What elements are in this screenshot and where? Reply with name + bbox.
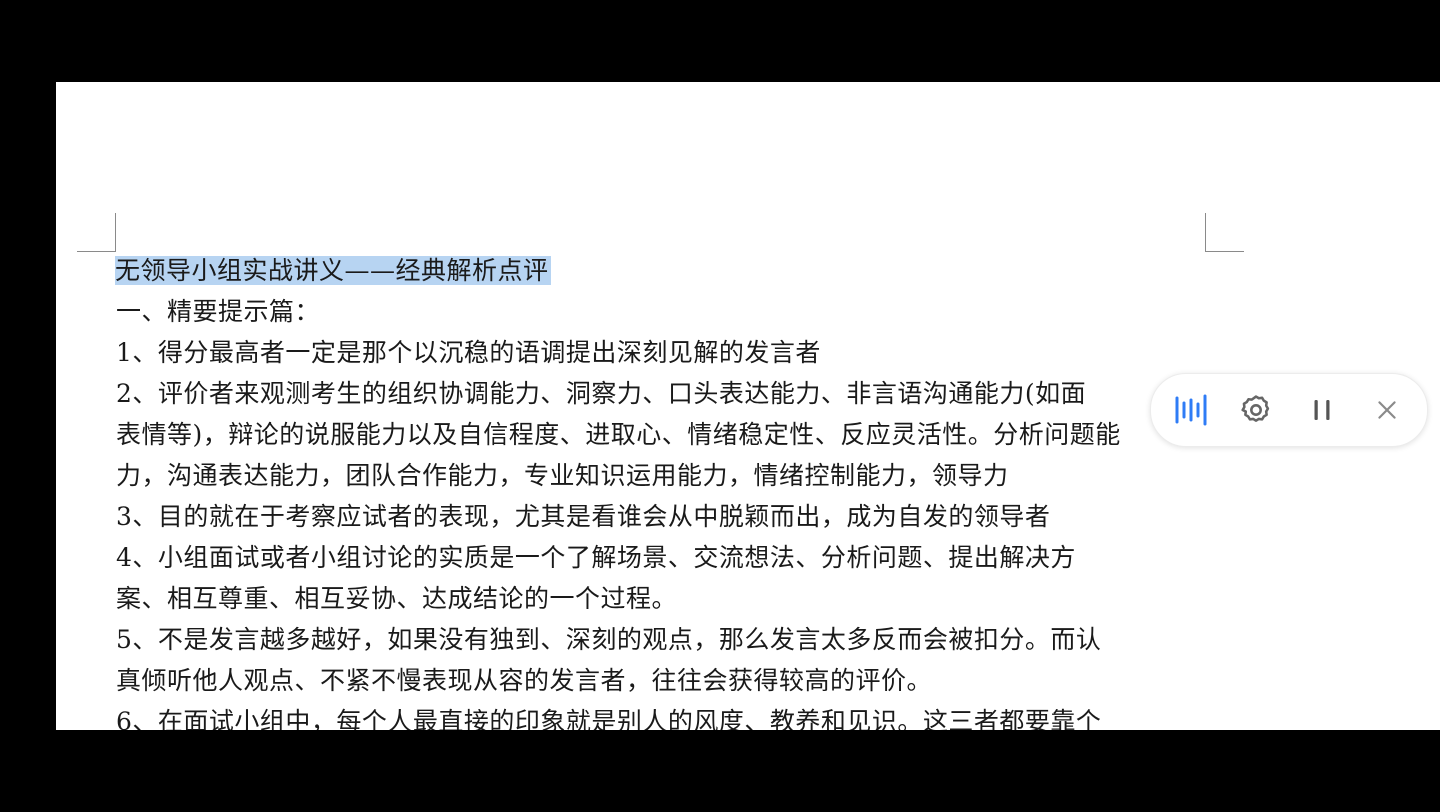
margin-corner-top-right (1205, 213, 1244, 252)
selected-title[interactable]: 无领导小组实战讲义——经典解析点评 (115, 256, 551, 285)
document-line[interactable]: 6、在面试小组中，每个人最直接的印象就是别人的风度、教养和见识。这三者都要靠个 (116, 701, 1196, 730)
close-icon (1378, 401, 1396, 419)
document-line[interactable]: 2、评价者来观测考生的组织协调能力、洞察力、口头表达能力、非言语沟通能力(如面 (116, 373, 1196, 414)
voice-wave-icon (1175, 394, 1207, 426)
document-line[interactable]: 5、不是发言越多越好，如果没有独到、深刻的观点，那么发言太多反而会被扣分。而认 (116, 619, 1196, 660)
close-button[interactable] (1365, 388, 1409, 432)
document-body[interactable]: 无领导小组实战讲义——经典解析点评 一、精要提示篇： 1、得分最高者一定是那个以… (115, 250, 1196, 730)
document-line[interactable]: 一、精要提示篇： (116, 291, 1196, 332)
document-line[interactable]: 1、得分最高者一定是那个以沉稳的语调提出深刻见解的发言者 (116, 332, 1196, 373)
document-line[interactable]: 3、目的就在于考察应试者的表现，尤其是看谁会从中脱颖而出，成为自发的领导者 (116, 496, 1196, 537)
pause-button[interactable] (1300, 388, 1344, 432)
read-aloud-toolbar (1150, 373, 1428, 447)
pause-icon (1314, 400, 1330, 420)
document-line[interactable]: 案、相互尊重、相互妥协、达成结论的一个过程。 (116, 578, 1196, 619)
document-line[interactable]: 力，沟通表达能力，团队合作能力，专业知识运用能力，情绪控制能力，领导力 (116, 455, 1196, 496)
document-line[interactable]: 真倾听他人观点、不紧不慢表现从容的发言者，往往会获得较高的评价。 (116, 660, 1196, 701)
document-line[interactable]: 4、小组面试或者小组讨论的实质是一个了解场景、交流想法、分析问题、提出解决方 (116, 537, 1196, 578)
margin-corner-top-left (77, 213, 116, 252)
screen: 无领导小组实战讲义——经典解析点评 一、精要提示篇： 1、得分最高者一定是那个以… (0, 0, 1440, 812)
document-line[interactable]: 表情等)，辩论的说服能力以及自信程度、进取心、情绪稳定性、反应灵活性。分析问题能 (116, 414, 1196, 455)
settings-button[interactable] (1234, 388, 1278, 432)
voice-button[interactable] (1169, 388, 1213, 432)
gear-icon (1241, 395, 1270, 422)
document-title-line[interactable]: 无领导小组实战讲义——经典解析点评 (115, 250, 1196, 291)
